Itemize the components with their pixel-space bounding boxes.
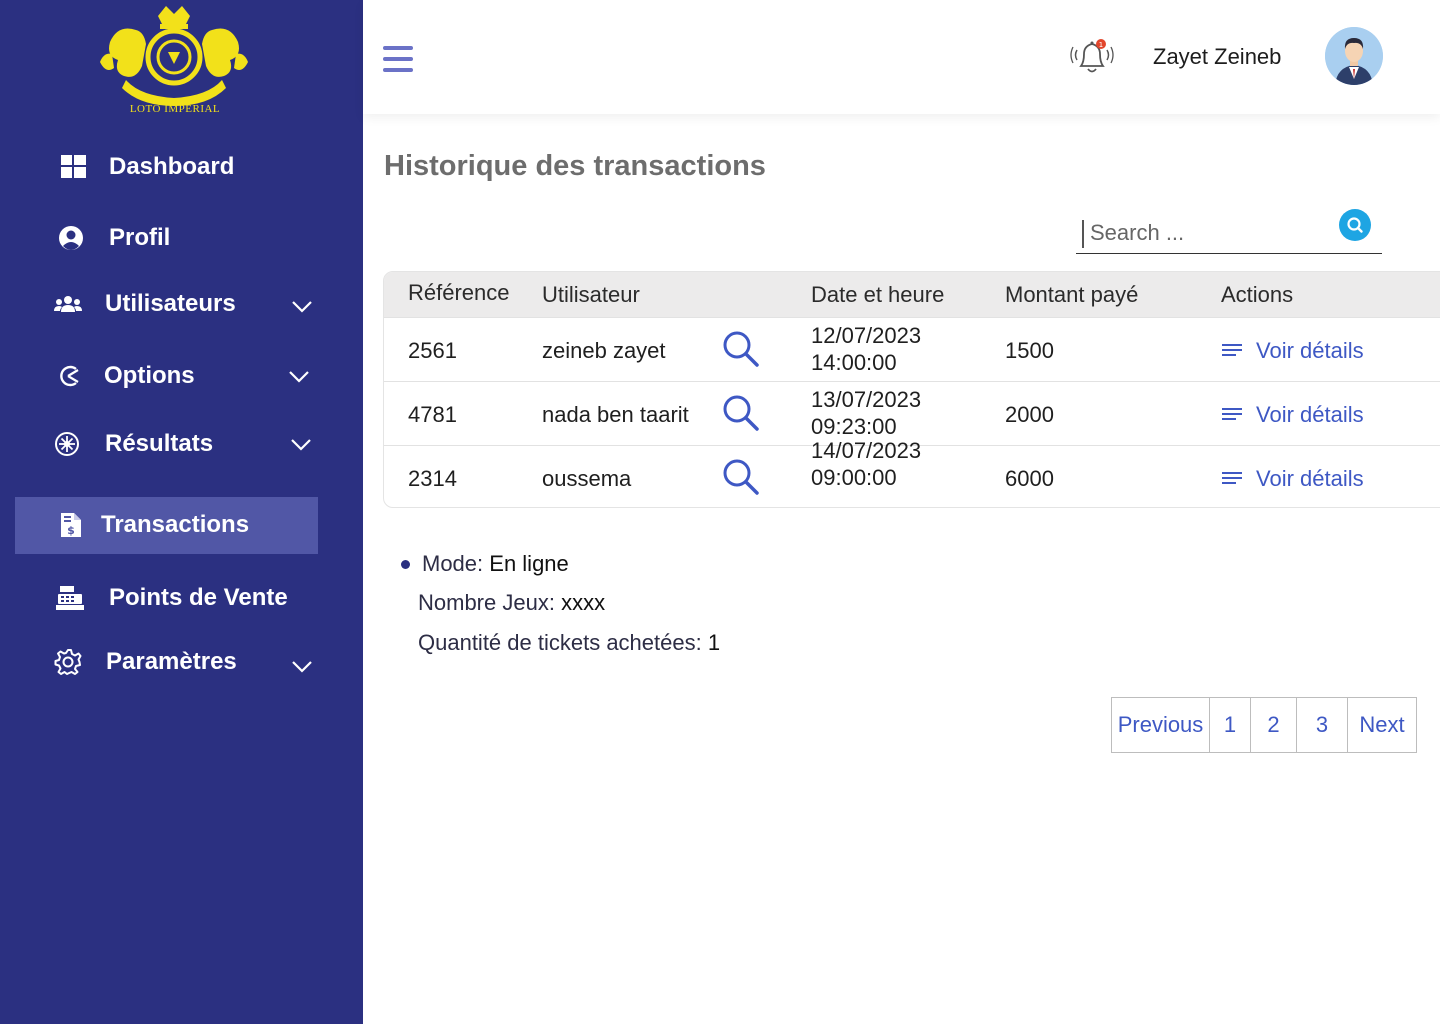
voir-details-link[interactable]: Voir détails xyxy=(1222,466,1364,492)
sidebar: LOTO IMPERIAL Dashboard Profil Utilisate… xyxy=(0,0,363,1024)
menu-toggle-icon[interactable] xyxy=(383,46,413,72)
chevron-down-icon[interactable] xyxy=(290,654,314,678)
table-row: 2561 zeineb zayet 12/07/2023 14:00:00 15… xyxy=(384,317,1440,381)
cell-user: zeineb zayet xyxy=(542,338,666,363)
notification-count: 1 xyxy=(1099,41,1103,49)
sidebar-item-parametres[interactable]: Paramètres xyxy=(0,634,363,690)
sidebar-item-transactions[interactable]: $ Transactions xyxy=(0,497,363,553)
cell-datetime: 12/07/2023 14:00:00 xyxy=(811,322,921,376)
cell-date: 12/07/2023 xyxy=(811,323,922,348)
sidebar-item-dashboard[interactable]: Dashboard xyxy=(0,139,363,195)
cell-datetime: 14/07/2023 09:00:00 xyxy=(811,437,921,491)
transactions-table: Référence Utilisateur Date et heure Mont… xyxy=(383,271,1440,508)
table-row: 4781 nada ben taarit 13/07/2023 09:23:00… xyxy=(384,381,1440,445)
grid-icon xyxy=(60,153,88,181)
column-header-utilisateur: Utilisateur xyxy=(542,282,640,307)
pagination-previous[interactable]: Previous xyxy=(1112,698,1210,752)
sidebar-item-label: Options xyxy=(104,362,195,389)
detail-tickets-label: Quantité de tickets achetées: xyxy=(418,630,708,655)
cell-time: 09:00:00 xyxy=(811,465,897,490)
voir-details-link[interactable]: Voir détails xyxy=(1222,338,1364,364)
cash-register-icon xyxy=(56,584,84,612)
pagination: Previous 1 2 3 Next xyxy=(1111,697,1417,753)
user-name[interactable]: Zayet Zeineb xyxy=(1153,44,1281,70)
options-icon xyxy=(55,362,83,390)
voir-details-link[interactable]: Voir détails xyxy=(1222,402,1364,428)
page-title: Historique des transactions xyxy=(384,150,766,182)
results-icon xyxy=(53,430,81,458)
sidebar-item-utilisateurs[interactable]: Utilisateurs xyxy=(0,276,363,332)
sidebar-item-label: Transactions xyxy=(101,511,250,538)
detail-games: Nombre Jeux: xxxx xyxy=(418,590,605,616)
sidebar-item-options[interactable]: Options xyxy=(0,348,363,404)
cell-reference: 2314 xyxy=(408,466,457,491)
search-caret xyxy=(1082,220,1084,248)
bullet-icon xyxy=(401,560,410,569)
sidebar-item-label: Profil xyxy=(109,224,171,251)
detail-mode: Mode: En ligne xyxy=(422,551,569,577)
cell-amount: 6000 xyxy=(1005,466,1054,491)
list-icon xyxy=(1222,408,1242,420)
detail-tickets: Quantité de tickets achetées: 1 xyxy=(418,630,720,656)
sidebar-item-resultats[interactable]: Résultats xyxy=(0,416,363,472)
sidebar-item-label: Paramètres xyxy=(106,648,237,675)
pagination-page-3[interactable]: 3 xyxy=(1297,698,1348,752)
cell-time: 14:00:00 xyxy=(811,350,897,375)
gear-icon xyxy=(54,648,82,676)
users-icon xyxy=(54,290,82,318)
detail-mode-label: Mode: xyxy=(422,551,490,576)
cell-datetime: 13/07/2023 09:23:00 xyxy=(811,386,921,440)
detail-games-label: Nombre Jeux: xyxy=(418,590,562,615)
invoice-dollar-icon: $ xyxy=(57,511,85,539)
list-icon xyxy=(1222,472,1242,484)
cell-date: 13/07/2023 xyxy=(811,387,922,412)
logo-text: LOTO IMPERIAL xyxy=(129,103,221,115)
column-header-reference: Référence xyxy=(408,280,510,305)
cell-reference: 2561 xyxy=(408,338,457,363)
sidebar-item-label: Points de Vente xyxy=(109,584,288,611)
top-header: 1 Zayet Zeineb xyxy=(363,0,1440,114)
search-input[interactable] xyxy=(1090,218,1330,248)
cell-date: 14/07/2023 xyxy=(811,438,922,463)
search-button[interactable] xyxy=(1339,209,1371,241)
column-header-actions: Actions xyxy=(1221,282,1294,307)
table-row: 2314 oussema 14/07/2023 09:00:00 6000 Vo… xyxy=(384,438,1440,507)
user-circle-icon xyxy=(57,224,85,252)
magnifier-icon[interactable] xyxy=(720,456,762,498)
sidebar-item-label: Résultats xyxy=(105,430,214,457)
notification-bell-icon[interactable]: 1 xyxy=(1069,36,1115,78)
search-icon xyxy=(1347,217,1363,233)
column-header-montant: Montant payé xyxy=(1005,282,1139,307)
column-header-date: Date et heure xyxy=(811,282,945,307)
voir-details-label: Voir détails xyxy=(1256,466,1364,491)
search-bar xyxy=(1076,209,1382,254)
sidebar-item-label: Utilisateurs xyxy=(105,290,236,317)
pagination-page-1[interactable]: 1 xyxy=(1210,698,1251,752)
pagination-page-2[interactable]: 2 xyxy=(1251,698,1297,752)
cell-amount: 1500 xyxy=(1005,338,1054,363)
cell-amount: 2000 xyxy=(1005,402,1054,427)
voir-details-label: Voir détails xyxy=(1256,338,1364,363)
cell-time: 09:23:00 xyxy=(811,414,897,439)
chevron-down-icon[interactable] xyxy=(290,294,314,318)
detail-mode-value: En ligne xyxy=(489,551,569,576)
svg-text:$: $ xyxy=(67,524,75,537)
chevron-down-icon[interactable] xyxy=(289,432,313,456)
sidebar-item-profil[interactable]: Profil xyxy=(0,210,363,266)
cell-reference: 4781 xyxy=(408,402,457,427)
list-icon xyxy=(1222,344,1242,356)
detail-games-value: xxxx xyxy=(561,590,606,615)
cell-user: nada ben taarit xyxy=(542,402,689,427)
pagination-next[interactable]: Next xyxy=(1348,698,1416,752)
chevron-down-icon[interactable] xyxy=(287,364,311,388)
magnifier-icon[interactable] xyxy=(720,392,762,434)
avatar[interactable] xyxy=(1325,27,1383,85)
sidebar-item-label: Dashboard xyxy=(109,153,235,180)
table-header: Référence Utilisateur Date et heure Mont… xyxy=(384,272,1440,317)
cell-user: oussema xyxy=(542,466,632,491)
voir-details-label: Voir détails xyxy=(1256,402,1364,427)
detail-tickets-value: 1 xyxy=(707,630,721,655)
magnifier-icon[interactable] xyxy=(720,328,762,370)
sidebar-item-points-de-vente[interactable]: Points de Vente xyxy=(0,570,363,626)
